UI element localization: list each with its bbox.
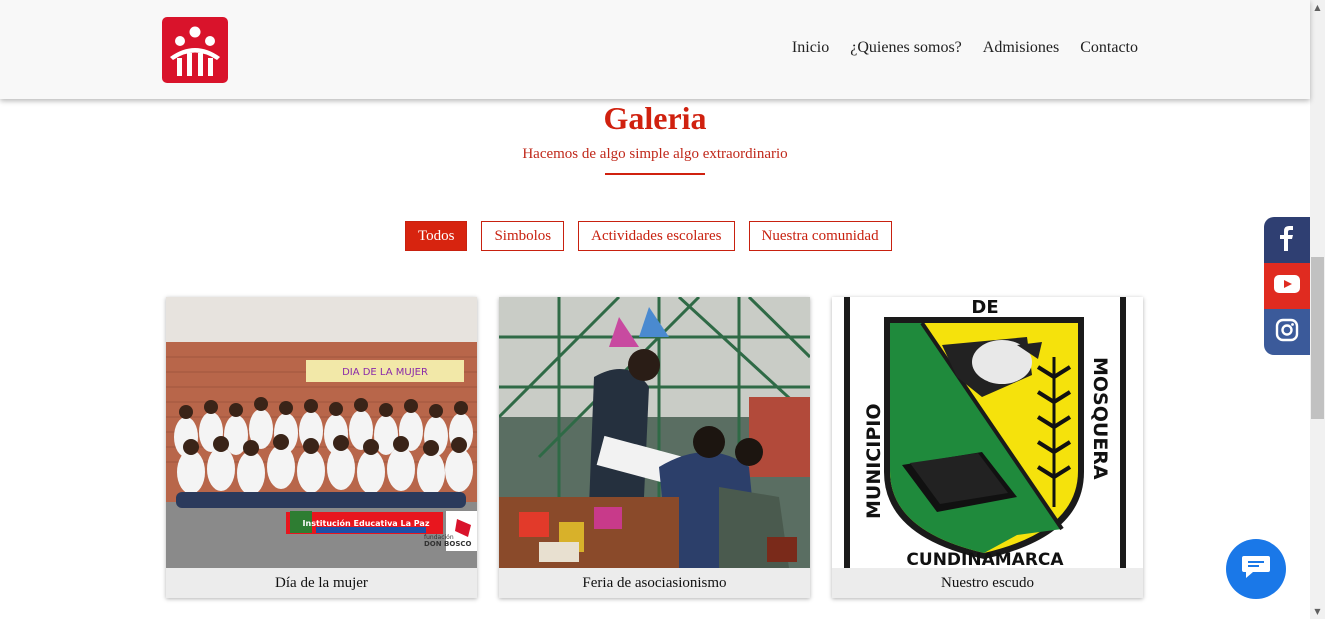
card-caption: Feria de asociasionismo bbox=[582, 575, 727, 591]
gallery-card-nuestro-escudo[interactable]: DE MUNICIPIO MOSQUERA CUNDINAMARCA Nuest… bbox=[832, 297, 1143, 598]
card-caption: Día de la mujer bbox=[275, 575, 368, 591]
crest-right-text: MOSQUERA bbox=[1089, 357, 1111, 480]
scrollbar-thumb[interactable] bbox=[1311, 257, 1324, 419]
filter-simbolos[interactable]: Simbolos bbox=[481, 221, 565, 251]
nav-contacto[interactable]: Contacto bbox=[1080, 39, 1138, 57]
main-nav: Inicio ¿Quienes somos? Admisiones Contac… bbox=[792, 39, 1138, 57]
youtube-icon bbox=[1274, 274, 1300, 298]
fair-photo-image bbox=[499, 297, 810, 568]
filter-nuestra-comunidad[interactable]: Nuestra comunidad bbox=[748, 221, 892, 251]
scroll-up-arrow[interactable]: ▲ bbox=[1310, 0, 1325, 15]
nav-quienes-somos[interactable]: ¿Quienes somos? bbox=[850, 39, 962, 57]
site-header: Inicio ¿Quienes somos? Admisiones Contac… bbox=[0, 0, 1310, 99]
crest-left-text: MUNICIPIO bbox=[863, 404, 885, 519]
instagram-icon bbox=[1275, 318, 1299, 347]
nav-admisiones[interactable]: Admisiones bbox=[983, 39, 1059, 57]
wall-sign-text: DIA DE LA MUJER bbox=[342, 367, 428, 378]
crest-bottom-text: CUNDINAMARCA bbox=[906, 550, 1064, 568]
facebook-icon bbox=[1276, 225, 1298, 256]
chat-bubble-icon bbox=[1241, 554, 1271, 585]
filter-actividades-escolares[interactable]: Actividades escolares bbox=[578, 221, 735, 251]
title-underline bbox=[605, 173, 705, 175]
youtube-link[interactable] bbox=[1264, 263, 1310, 309]
instagram-link[interactable] bbox=[1264, 309, 1310, 355]
institution-banner-text: Institución Educativa La Paz bbox=[303, 518, 430, 528]
group-photo-image: DIA DE LA MUJER Institución Educativa La… bbox=[166, 297, 477, 568]
gallery-filters: Todos Simbolos Actividades escolares Nue… bbox=[405, 221, 892, 251]
gallery-card-dia-de-la-mujer[interactable]: DIA DE LA MUJER Institución Educativa La… bbox=[166, 297, 477, 598]
crest-top-text: DE bbox=[971, 297, 998, 318]
chat-button[interactable] bbox=[1226, 539, 1286, 599]
municipal-crest-image: DE MUNICIPIO MOSQUERA CUNDINAMARCA bbox=[832, 297, 1143, 568]
card-caption: Nuestro escudo bbox=[941, 575, 1034, 591]
nav-inicio[interactable]: Inicio bbox=[792, 39, 829, 57]
filter-todos[interactable]: Todos bbox=[405, 221, 468, 251]
don-bosco-text: DON BOSCO bbox=[424, 540, 472, 548]
scroll-down-arrow[interactable]: ▼ bbox=[1310, 604, 1325, 619]
page-subtitle: Hacemos de algo simple algo extraordinar… bbox=[522, 146, 788, 162]
don-bosco-logo[interactable] bbox=[162, 17, 228, 83]
gallery-card-feria-de-asociasionismo[interactable]: Feria de asociasionismo bbox=[499, 297, 810, 598]
facebook-link[interactable] bbox=[1264, 217, 1310, 263]
page-title: Galeria bbox=[603, 100, 707, 136]
